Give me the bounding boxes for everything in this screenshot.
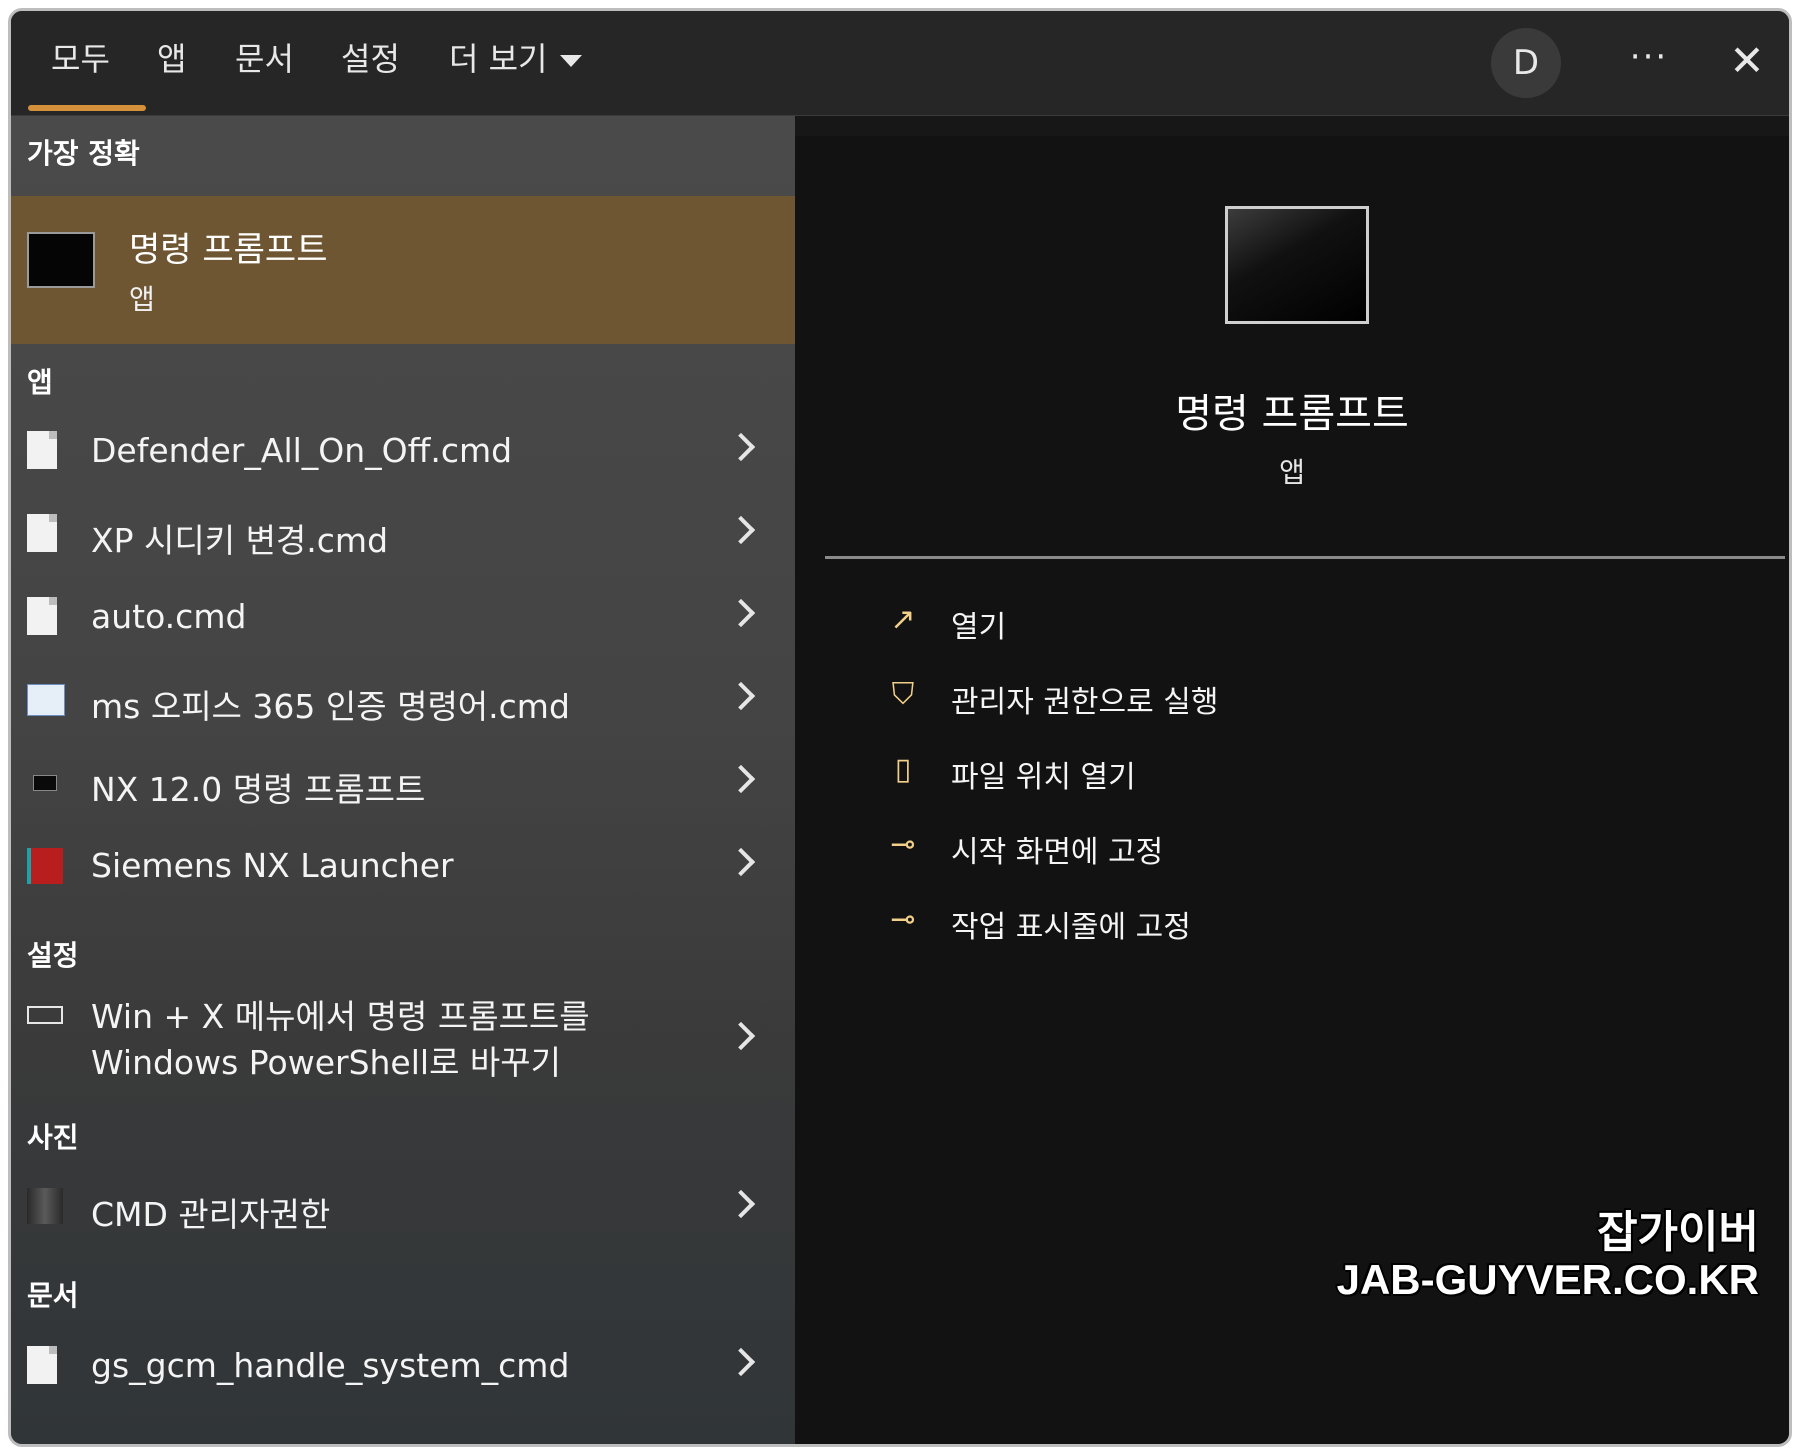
chevron-right-icon[interactable] <box>726 847 756 877</box>
tab-more[interactable]: 더 보기 <box>449 29 582 89</box>
watermark-url: JAB-GUYVER.CO.KR <box>1336 1256 1759 1303</box>
active-tab-indicator <box>28 105 146 111</box>
tab-settings-label: 설정 <box>341 40 400 78</box>
open-icon: ↗ <box>890 602 916 637</box>
search-window: 모두 앱 문서 설정 더 보기 D ··· ✕ 가장 정확 명령 프롬프트 앱 … <box>8 8 1792 1447</box>
cmd-file-icon <box>27 431 57 469</box>
keyboard-icon <box>27 1006 63 1024</box>
result-label: Win + X 메뉴에서 명령 프롬프트를 Windows PowerShell… <box>91 997 590 1082</box>
chevron-right-icon[interactable] <box>726 598 756 628</box>
result-item[interactable]: Defender_All_On_Off.cmd <box>11 411 795 491</box>
result-label: CMD 관리자권한 <box>91 1195 331 1234</box>
pin-icon: ⊸ <box>890 827 916 862</box>
command-prompt-icon <box>1225 206 1369 324</box>
preview-type: 앱 <box>1279 456 1305 489</box>
more-options-button[interactable]: ··· <box>1619 31 1679 91</box>
tab-all[interactable]: 모두 <box>51 29 110 89</box>
close-button[interactable]: ✕ <box>1717 31 1777 91</box>
section-documents: 문서 <box>27 1279 79 1312</box>
tab-all-label: 모두 <box>51 40 110 78</box>
chevron-right-icon[interactable] <box>726 764 756 794</box>
result-item[interactable]: ms 오피스 365 인증 명령어.cmd <box>11 660 795 740</box>
action-label: 작업 표시줄에 고정 <box>951 910 1191 945</box>
tab-apps[interactable]: 앱 <box>157 29 186 89</box>
open-file-location-action[interactable]: ▯ 파일 위치 열기 <box>885 746 1585 796</box>
result-label: Siemens NX Launcher <box>91 846 454 885</box>
section-photos: 사진 <box>27 1121 79 1154</box>
command-prompt-icon <box>27 232 95 288</box>
cmd-file-icon <box>27 597 57 635</box>
action-label: 시작 화면에 고정 <box>951 835 1164 870</box>
result-label: ms 오피스 365 인증 명령어.cmd <box>91 687 570 726</box>
results-panel: 가장 정확 명령 프롬프트 앱 앱 Defender_All_On_Off.cm… <box>11 116 795 1444</box>
chevron-right-icon[interactable] <box>726 515 756 545</box>
chevron-right-icon[interactable] <box>726 681 756 711</box>
result-item[interactable]: NX 12.0 명령 프롬프트 <box>11 743 795 823</box>
chevron-down-icon <box>559 55 582 67</box>
result-item[interactable]: XP 시디키 변경.cmd <box>11 494 795 574</box>
best-match-title: 명령 프롬프트 <box>129 230 328 270</box>
pin-to-start-action[interactable]: ⊸ 시작 화면에 고정 <box>885 821 1585 871</box>
pin-icon: ⊸ <box>890 902 916 937</box>
divider <box>825 556 1785 559</box>
best-match-type: 앱 <box>129 283 155 316</box>
tab-settings[interactable]: 설정 <box>341 29 400 89</box>
chevron-right-icon[interactable] <box>726 1189 756 1219</box>
chevron-right-icon[interactable] <box>726 1021 756 1051</box>
chevron-right-icon[interactable] <box>726 432 756 462</box>
result-item[interactable]: Win + X 메뉴에서 명령 프롬프트를 Windows PowerShell… <box>11 986 795 1086</box>
result-item[interactable]: CMD 관리자권한 <box>11 1168 795 1248</box>
search-filter-bar: 모두 앱 문서 설정 더 보기 D ··· ✕ <box>11 11 1789 116</box>
command-prompt-icon <box>33 775 57 791</box>
tab-documents-label: 문서 <box>235 40 294 78</box>
preview-title: 명령 프롬프트 <box>1175 391 1409 437</box>
gear-file-icon <box>27 684 65 716</box>
tab-more-label: 더 보기 <box>449 40 548 78</box>
watermark-title: 잡가이버 <box>1597 1208 1759 1257</box>
run-as-admin-action[interactable]: ⛉ 관리자 권한으로 실행 <box>885 671 1585 721</box>
cmd-file-icon <box>27 514 57 552</box>
section-best-match: 가장 정확 <box>27 137 140 170</box>
result-label: auto.cmd <box>91 597 247 636</box>
section-settings: 설정 <box>27 939 79 972</box>
chevron-right-icon[interactable] <box>726 1347 756 1377</box>
action-label: 열기 <box>951 610 1007 645</box>
photo-thumbnail-icon <box>27 1188 63 1224</box>
result-label: gs_gcm_handle_system_cmd <box>91 1346 570 1385</box>
details-header-strip <box>795 116 1789 136</box>
result-item[interactable]: auto.cmd <box>11 577 795 657</box>
open-action[interactable]: ↗ 열기 <box>885 596 1585 646</box>
result-label: Defender_All_On_Off.cmd <box>91 431 513 470</box>
document-icon <box>27 1346 57 1384</box>
result-item[interactable]: gs_gcm_handle_system_cmd <box>11 1326 795 1406</box>
folder-icon: ▯ <box>894 752 912 787</box>
result-item[interactable]: Siemens NX Launcher <box>11 826 795 906</box>
tab-documents[interactable]: 문서 <box>235 29 294 89</box>
nx-launcher-icon <box>27 848 63 884</box>
pin-to-taskbar-action[interactable]: ⊸ 작업 표시줄에 고정 <box>885 896 1585 946</box>
result-label: NX 12.0 명령 프롬프트 <box>91 770 426 809</box>
admin-shield-icon: ⛉ <box>891 677 915 712</box>
action-label: 관리자 권한으로 실행 <box>951 685 1219 720</box>
best-match-item[interactable]: 명령 프롬프트 앱 <box>11 196 795 344</box>
action-label: 파일 위치 열기 <box>951 760 1136 795</box>
result-label: XP 시디키 변경.cmd <box>91 521 389 560</box>
tab-apps-label: 앱 <box>157 40 187 78</box>
account-avatar[interactable]: D <box>1491 28 1561 98</box>
section-apps: 앱 <box>27 366 53 399</box>
